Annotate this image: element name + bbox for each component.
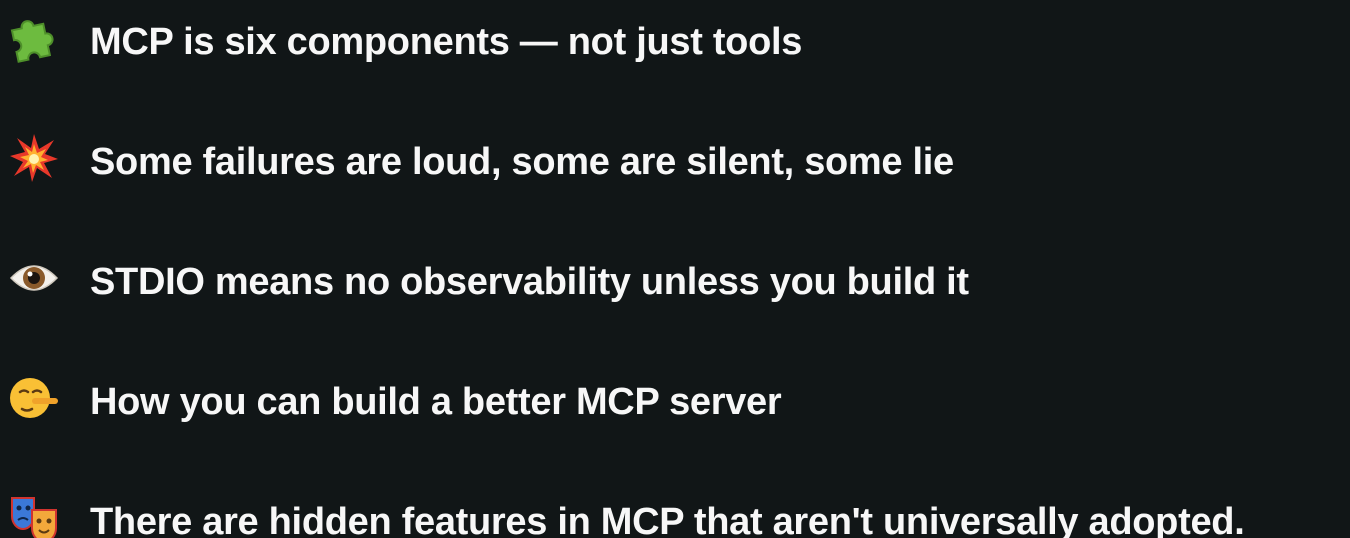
performing-arts-masks-icon [8,492,60,538]
item-text: MCP is six components — not just tools [90,21,803,63]
item-text: How you can build a better MCP server [90,381,782,423]
list-item: MCP is six components — not just tools [0,12,1350,76]
item-text: STDIO means no observability unless you … [90,261,969,303]
item-text: There are hidden features in MCP that ar… [90,501,1245,538]
lying-face-icon [8,372,60,424]
collision-icon [8,132,60,184]
puzzle-piece-icon [8,12,60,64]
list-item: There are hidden features in MCP that ar… [0,492,1350,538]
list-item: Some failures are loud, some are silent,… [0,132,1350,196]
takeaways-list: MCP is six components — not just tools S… [0,0,1350,538]
item-text: Some failures are loud, some are silent,… [90,141,954,183]
list-item: How you can build a better MCP server [0,372,1350,436]
eye-icon [8,252,60,304]
list-item: STDIO means no observability unless you … [0,252,1350,316]
